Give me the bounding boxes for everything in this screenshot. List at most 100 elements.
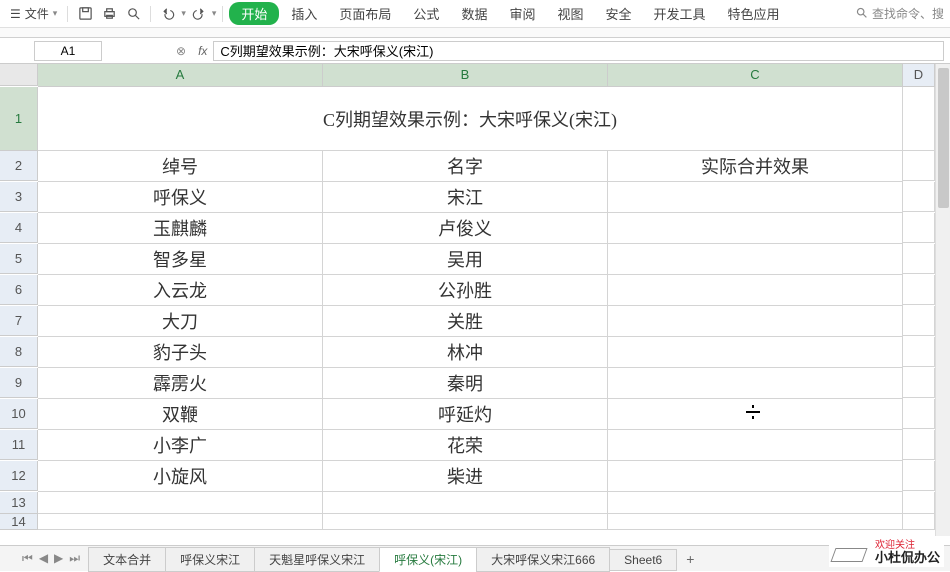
cell-b12[interactable]: 柴进 [323,461,608,492]
cell-b7[interactable]: 关胜 [323,306,608,337]
cell-c9[interactable] [608,368,903,399]
select-all-corner[interactable] [0,64,38,86]
cell-a7[interactable]: 大刀 [38,306,323,337]
row-header-4[interactable]: 4 [0,213,38,243]
cell-c2[interactable]: 实际合并效果 [608,151,903,182]
row-header-6[interactable]: 6 [0,275,38,305]
cell-b14[interactable] [323,514,608,530]
save-icon[interactable] [74,3,96,25]
cell-a1-merged[interactable]: C列期望效果示例：大宋呼保义(宋江) [38,87,903,151]
sheet-tab-2[interactable]: 天魁星呼保义宋江 [254,547,380,572]
row-header-11[interactable]: 11 [0,430,38,460]
cell-d14[interactable] [903,514,935,530]
cell-a4[interactable]: 玉麒麟 [38,213,323,244]
cell-d4[interactable] [903,213,935,243]
col-header-d[interactable]: D [903,64,935,87]
cell-b10[interactable]: 呼延灼 [323,399,608,430]
redo-dropdown-icon[interactable]: ▾ [212,8,217,19]
tab-devtools[interactable]: 开发工具 [644,4,716,23]
cell-c11[interactable] [608,430,903,461]
row-header-12[interactable]: 12 [0,461,38,491]
cell-d9[interactable] [903,368,935,398]
cell-b8[interactable]: 林冲 [323,337,608,368]
row-header-14[interactable]: 14 [0,514,38,530]
sheet-tab-3[interactable]: 呼保义(宋江) [379,547,477,572]
tab-review[interactable]: 审阅 [499,4,545,23]
vertical-scrollbar[interactable] [935,64,950,536]
cell-c10[interactable] [608,399,903,430]
cell-c8[interactable] [608,337,903,368]
cell-b6[interactable]: 公孙胜 [323,275,608,306]
file-menu[interactable]: ☰ 文件 ▾ [6,5,61,22]
tab-home[interactable]: 开始 [229,2,279,25]
tab-page-layout[interactable]: 页面布局 [329,4,401,23]
cell-c5[interactable] [608,244,903,275]
cell-a9[interactable]: 霹雳火 [38,368,323,399]
cell-a8[interactable]: 豹子头 [38,337,323,368]
row-header-8[interactable]: 8 [0,337,38,367]
cell-a5[interactable]: 智多星 [38,244,323,275]
cell-a10[interactable]: 双鞭 [38,399,323,430]
tab-formulas[interactable]: 公式 [403,4,449,23]
tab-data[interactable]: 数据 [451,4,497,23]
cell-a12[interactable]: 小旋风 [38,461,323,492]
cell-d5[interactable] [903,244,935,274]
sheet-nav-first-icon[interactable]: ⏮ [20,551,35,566]
cell-a13[interactable] [38,492,323,514]
cell-a6[interactable]: 入云龙 [38,275,323,306]
row-header-9[interactable]: 9 [0,368,38,398]
cell-d7[interactable] [903,306,935,336]
cell-d8[interactable] [903,337,935,367]
cell-d13[interactable] [903,492,935,514]
cell-b3[interactable]: 宋江 [323,182,608,213]
cell-b5[interactable]: 吴用 [323,244,608,275]
sheet-tab-5[interactable]: Sheet6 [609,549,677,571]
cell-d1[interactable] [903,87,935,151]
cell-c14[interactable] [608,514,903,530]
print-icon[interactable] [98,3,120,25]
sheet-tab-4[interactable]: 大宋呼保义宋江666 [476,547,610,572]
cell-d12[interactable] [903,461,935,491]
undo-icon[interactable] [157,3,179,25]
cell-b11[interactable]: 花荣 [323,430,608,461]
grid[interactable]: A B C D 1 C列期望效果示例：大宋呼保义(宋江) 2 绰号 名字 实际合… [0,64,950,530]
redo-icon[interactable] [188,3,210,25]
cell-b13[interactable] [323,492,608,514]
undo-dropdown-icon[interactable]: ▾ [181,8,186,19]
cell-a3[interactable]: 呼保义 [38,182,323,213]
cell-b4[interactable]: 卢俊义 [323,213,608,244]
cell-b2[interactable]: 名字 [323,151,608,182]
preview-icon[interactable] [122,3,144,25]
add-sheet-button[interactable]: + [676,551,704,567]
name-box[interactable] [34,41,102,61]
col-header-b[interactable]: B [323,64,608,87]
cell-c6[interactable] [608,275,903,306]
cell-a11[interactable]: 小李广 [38,430,323,461]
sheet-tab-1[interactable]: 呼保义宋江 [165,547,255,572]
row-header-2[interactable]: 2 [0,151,38,181]
cell-d2[interactable] [903,151,935,181]
fx-icon[interactable]: fx [198,44,207,58]
row-header-13[interactable]: 13 [0,492,38,514]
cell-d3[interactable] [903,182,935,212]
row-header-3[interactable]: 3 [0,182,38,212]
cell-c3[interactable] [608,182,903,213]
cell-b9[interactable]: 秦明 [323,368,608,399]
scrollbar-thumb[interactable] [938,68,949,208]
col-header-c[interactable]: C [608,64,903,87]
tab-view[interactable]: 视图 [547,4,593,23]
row-header-5[interactable]: 5 [0,244,38,274]
cell-c12[interactable] [608,461,903,492]
tab-special[interactable]: 特色应用 [718,4,790,23]
sheet-nav-last-icon[interactable]: ⏭ [67,551,82,566]
cell-d11[interactable] [903,430,935,460]
cell-c13[interactable] [608,492,903,514]
formula-input[interactable] [213,41,944,61]
cell-a2[interactable]: 绰号 [38,151,323,182]
sheet-nav-prev-icon[interactable]: ◀ [37,551,50,566]
cell-d6[interactable] [903,275,935,305]
tab-insert[interactable]: 插入 [281,4,327,23]
col-header-a[interactable]: A [38,64,323,87]
sheet-nav-next-icon[interactable]: ▶ [52,551,65,566]
row-header-7[interactable]: 7 [0,306,38,336]
